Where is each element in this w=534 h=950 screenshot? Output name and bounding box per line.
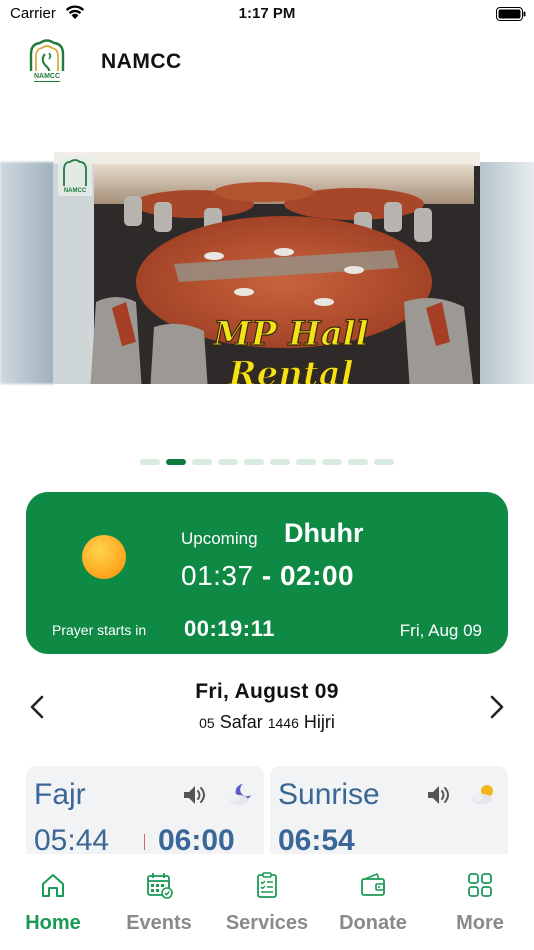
next-slide-peek[interactable] [480,162,534,384]
tab-donate[interactable]: Donate [320,870,426,935]
tab-more[interactable]: More [427,870,533,935]
pager-dot-active[interactable] [166,459,186,465]
prayer-name: Sunrise [278,778,380,811]
tab-label: Services [225,912,309,934]
sun-icon [82,535,126,579]
svg-text:NAMCC: NAMCC [34,73,60,80]
banner-slide[interactable]: NAMCC MP Hall Rental [54,152,480,392]
iqama-time: 06:00 [158,824,235,854]
banner-title-line1: MP Hall [212,314,368,354]
card-date: Fri, Aug 09 [399,621,482,640]
tab-bar: Home Events Services Donate More [0,854,534,950]
hijri-day: 05 [199,715,215,731]
carousel-pager[interactable] [0,459,534,465]
prayer-tile-fajr[interactable]: Fajr 05:44 06:00 [26,766,264,854]
adhan-time: 05:44 [34,824,110,854]
tab-label: More [456,912,504,934]
date-navigator: Fri, August 09 05 Safar 1446 Hijri [0,676,534,742]
sun-cloud-icon [472,785,493,804]
pager-dot[interactable] [270,459,290,465]
banner-image: NAMCC MP Hall Rental [54,152,480,392]
clipboard-icon [257,872,277,898]
previous-slide-peek[interactable] [0,162,54,384]
tab-services[interactable]: Services [214,870,320,935]
speaker-icon[interactable] [182,783,208,807]
hijri-month: Safar [219,712,263,732]
tab-label: Home [25,912,81,934]
hijri-year: 1446 [267,715,299,731]
svg-text:NAMCC: NAMCC [64,188,87,194]
prayer-end-time: 02:00 [279,560,355,591]
grid-icon [468,873,492,897]
prayer-countdown: 00:19:11 [184,616,275,641]
banner-carousel[interactable]: NAMCC MP Hall Rental [0,152,534,394]
upcoming-prayer-card[interactable]: Upcoming Dhuhr 01:37 - 02:00 Prayer star… [26,492,508,654]
chevron-right-icon[interactable] [482,692,510,722]
prayer-tile-sunrise[interactable]: Sunrise 06:54 [270,766,508,854]
tab-home[interactable]: Home [0,870,106,935]
pager-dot[interactable] [374,459,394,465]
prayer-start-time: 01:37 [181,560,254,591]
battery-icon [496,7,526,21]
pager-dot[interactable] [192,459,212,465]
time-divider [144,834,145,850]
tab-label: Donate [339,912,407,934]
upcoming-label: Upcoming [181,529,258,548]
app-title: NAMCC [101,50,182,73]
prayer-times-list: Fajr 05:44 06:00 Sunrise 06:54 [26,766,508,854]
prayer-starts-label: Prayer starts in [52,622,147,638]
pager-dot[interactable] [296,459,316,465]
time-range-separator: - [253,560,280,591]
pager-dot[interactable] [348,459,368,465]
pager-dot[interactable] [322,459,342,465]
status-time: 1:17 PM [238,5,296,22]
moon-cloud-icon [230,784,251,805]
app-header: NAMCC NAMCC [0,36,534,90]
gregorian-date: Fri, August 09 [195,680,339,703]
status-bar: Carrier 1:17 PM [0,0,534,30]
hijri-date: 05 Safar 1446 Hijri [0,712,534,733]
prayer-name: Fajr [34,778,86,811]
sunrise-time: 06:54 [278,824,355,854]
pager-dot[interactable] [218,459,238,465]
calendar-icon [147,873,173,899]
speaker-icon[interactable] [426,783,452,807]
upcoming-prayer-name: Dhuhr [284,518,364,548]
pager-dot[interactable] [140,459,160,465]
pager-dot[interactable] [244,459,264,465]
hijri-suffix: Hijri [303,712,335,732]
tab-events[interactable]: Events [106,870,212,935]
wallet-icon [361,872,385,896]
home-icon [42,874,64,897]
prayer-time-range: 01:37 - 02:00 [181,560,354,592]
namcc-logo[interactable]: NAMCC [22,38,72,84]
tab-label: Events [126,912,192,934]
